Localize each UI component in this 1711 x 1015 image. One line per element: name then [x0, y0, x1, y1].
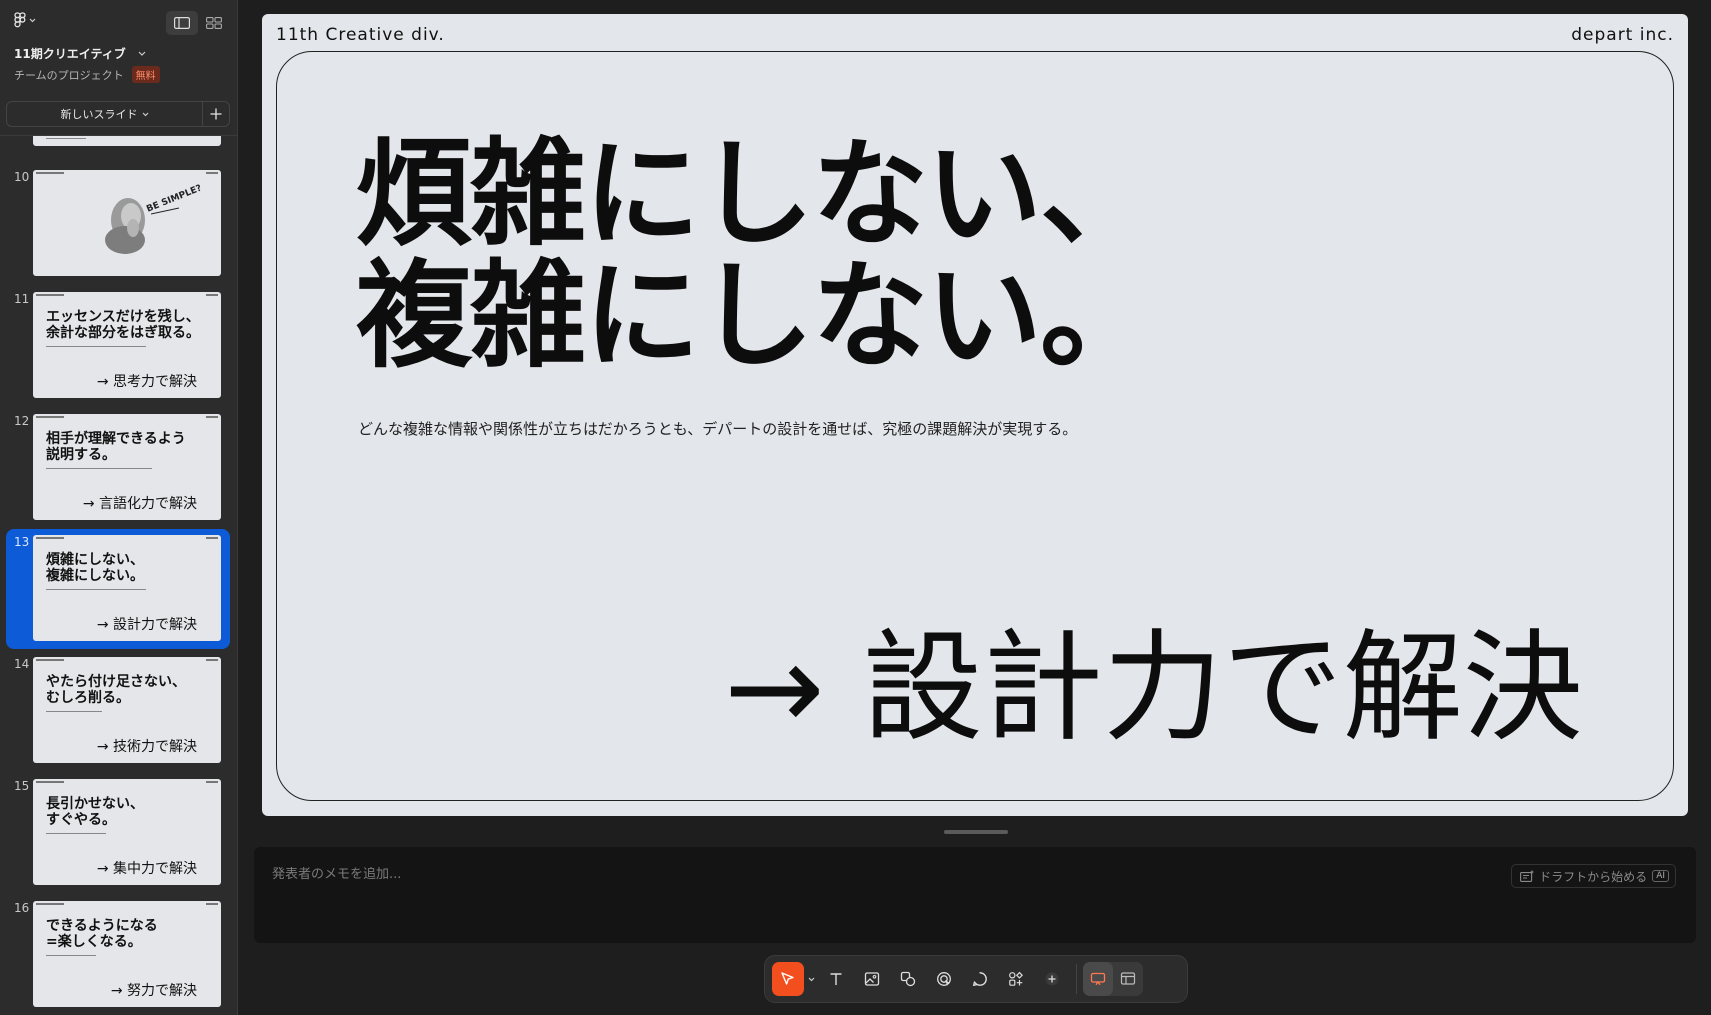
present-mode-button[interactable]	[1083, 962, 1113, 996]
ai-badge: AI	[1652, 870, 1669, 882]
slide-thumbnail-15[interactable]: 15 長引かせない、 すぐやる。 → 集中力で解決	[6, 773, 230, 893]
shapes-icon	[900, 971, 916, 987]
project-location: チームのプロジェクト 無料	[14, 66, 160, 83]
thumbnail-preview: できるようになる =楽しくなる。 → 努力で解決	[33, 901, 221, 1007]
team-project-label[interactable]: チームのプロジェクト	[14, 67, 124, 83]
grid-icon	[206, 17, 222, 29]
editor-canvas: 11th Creative div. depart inc. 煩雑にしない、 複…	[238, 0, 1711, 1015]
start-from-draft-button[interactable]: ドラフトから始める AI	[1511, 864, 1676, 888]
assets-tool-button[interactable]	[998, 962, 1034, 996]
image-tool-button[interactable]	[854, 962, 890, 996]
chevron-down-icon	[29, 18, 36, 22]
shape-tool-button[interactable]	[890, 962, 926, 996]
chevron-down-icon	[142, 112, 148, 116]
sidebar-header: 11期クリエイティブ チームのプロジェクト 無料 新しいスライド	[0, 0, 237, 136]
new-slide-control: 新しいスライド	[6, 101, 230, 127]
image-icon	[864, 972, 880, 986]
move-tool-button[interactable]	[772, 962, 804, 996]
thumbnail-solution: → 集中力で解決	[96, 861, 197, 877]
slide-header-left[interactable]: 11th Creative div.	[276, 25, 445, 45]
slide-thumbnail-10[interactable]: 10 BE SIMPLE?	[6, 164, 230, 284]
chevron-down-icon	[138, 51, 146, 56]
slide-number: 16	[14, 901, 30, 915]
project-title: 11期クリエイティブ	[14, 47, 126, 61]
underline-scribble	[151, 207, 180, 215]
thumbnail-solution: → 技術力で解決	[96, 739, 197, 755]
thumbnail-preview: エッセンスだけを残し、 余計な部分をはぎ取る。 → 思考力で解決	[33, 292, 221, 398]
grid-view-button[interactable]	[198, 11, 230, 35]
slide-number: 15	[14, 779, 30, 793]
slide-thumbnail-12[interactable]: 12 相手が理解できるよう 説明する。 → 言語化力で解決	[6, 408, 230, 528]
view-toggle	[166, 11, 230, 35]
draft-icon	[1520, 870, 1534, 882]
slide-number: 13	[14, 535, 30, 549]
chevron-down-icon	[808, 977, 814, 981]
thumbnail-preview: やたら付け足さない、 むしろ削る。 → 技術力で解決	[33, 657, 221, 763]
slide-thumbnail-13[interactable]: 13 煩雑にしない、 複雑にしない。 → 設計力で解決	[6, 529, 230, 649]
slide-number: 11	[14, 292, 30, 306]
interaction-icon	[937, 972, 951, 986]
text-tool-button[interactable]	[818, 962, 854, 996]
thumbnail-title: 長引かせない、 すぐやる。	[46, 796, 144, 828]
interaction-tool-button[interactable]	[926, 962, 962, 996]
plus-icon	[210, 108, 222, 120]
slide-thumbnail-14[interactable]: 14 やたら付け足さない、 むしろ削る。 → 技術力で解決	[6, 651, 230, 771]
project-title-button[interactable]: 11期クリエイティブ	[14, 45, 146, 62]
thumbnail-title: 煩雑にしない、 複雑にしない。	[46, 552, 144, 584]
presentation-icon	[1090, 972, 1106, 986]
slide-title-line-2: 複雑にしない。	[356, 249, 1156, 384]
thumbnail-solution: → 思考力で解決	[96, 374, 197, 390]
thumbnail-title: やたら付け足さない、 むしろ削る。	[46, 674, 186, 706]
notes-resize-handle[interactable]	[944, 830, 1008, 834]
slide-thumbnail-11[interactable]: 11 エッセンスだけを残し、 余計な部分をはぎ取る。 → 思考力で解決	[6, 286, 230, 406]
comment-icon	[972, 972, 987, 987]
comment-tool-button[interactable]	[962, 962, 998, 996]
add-slide-button[interactable]	[203, 102, 229, 126]
text-icon	[830, 973, 842, 985]
mode-toggle	[1083, 962, 1143, 996]
new-slide-label: 新しいスライド	[60, 108, 138, 121]
sidebar-panel-icon	[174, 17, 190, 29]
components-icon	[1009, 971, 1023, 986]
plus-icon	[1045, 972, 1059, 986]
thumbnail-title: できるようになる =楽しくなる。	[46, 918, 158, 950]
layout-icon	[1120, 972, 1136, 985]
slide-number: 14	[14, 657, 30, 671]
toolbar-divider	[1076, 964, 1077, 994]
slide-title[interactable]: 煩雑にしない、 複雑にしない。	[356, 127, 1156, 384]
slide-number: 12	[14, 414, 30, 428]
start-from-draft-label: ドラフトから始める	[1539, 869, 1648, 884]
move-tool-options[interactable]	[804, 977, 818, 982]
thumbnail-preview: BE SIMPLE?	[33, 170, 221, 276]
thumbnail-solution: → 設計力で解決	[96, 617, 197, 633]
new-slide-dropdown[interactable]: 新しいスライド	[7, 102, 203, 126]
thumbnail-solution: → 言語化力で解決	[82, 496, 197, 512]
thumbnail-preview: 相手が理解できるよう 説明する。 → 言語化力で解決	[33, 414, 221, 520]
slide-number: 10	[14, 170, 30, 184]
current-slide[interactable]: 11th Creative div. depart inc. 煩雑にしない、 複…	[262, 14, 1688, 816]
slide-title-line-1: 煩雑にしない、	[356, 127, 1156, 262]
list-view-button[interactable]	[166, 11, 198, 35]
slide-solution-text[interactable]: → 設計力で解決	[724, 624, 1583, 754]
slide-thumbnail-16[interactable]: 16 できるようになる =楽しくなる。 → 努力で解決	[6, 895, 230, 1015]
slides-sidebar: 10 BE SIMPLE? 11 エッセンスだけを残し、 余計な部分をはぎ取る。	[0, 0, 238, 1015]
thumbnail-preview: 煩雑にしない、 複雑にしない。 → 設計力で解決	[33, 535, 221, 641]
more-tools-button[interactable]	[1034, 962, 1070, 996]
thumbnail-title: エッセンスだけを残し、 余計な部分をはぎ取る。	[46, 309, 200, 341]
bottom-toolbar	[764, 955, 1188, 1003]
speaker-notes-input[interactable]	[272, 867, 772, 882]
thumbnail-solution: → 努力で解決	[110, 983, 197, 999]
design-mode-button[interactable]	[1113, 962, 1143, 996]
cursor-arrow-icon	[781, 972, 794, 985]
slide-description[interactable]: どんな複雑な情報や関係性が立ちはだかろうとも、デパートの設計を通せば、究極の課題…	[358, 418, 1077, 439]
slide-header-right[interactable]: depart inc.	[1571, 25, 1674, 45]
main-menu-button[interactable]	[14, 12, 36, 28]
thumbnail-title: 相手が理解できるよう 説明する。	[46, 431, 186, 463]
figma-logo-icon	[14, 12, 26, 28]
thumbnail-preview: 長引かせない、 すぐやる。 → 集中力で解決	[33, 779, 221, 885]
statue-illustration	[105, 198, 145, 254]
plan-badge: 無料	[131, 66, 160, 83]
speaker-notes-panel: ドラフトから始める AI	[254, 847, 1696, 943]
